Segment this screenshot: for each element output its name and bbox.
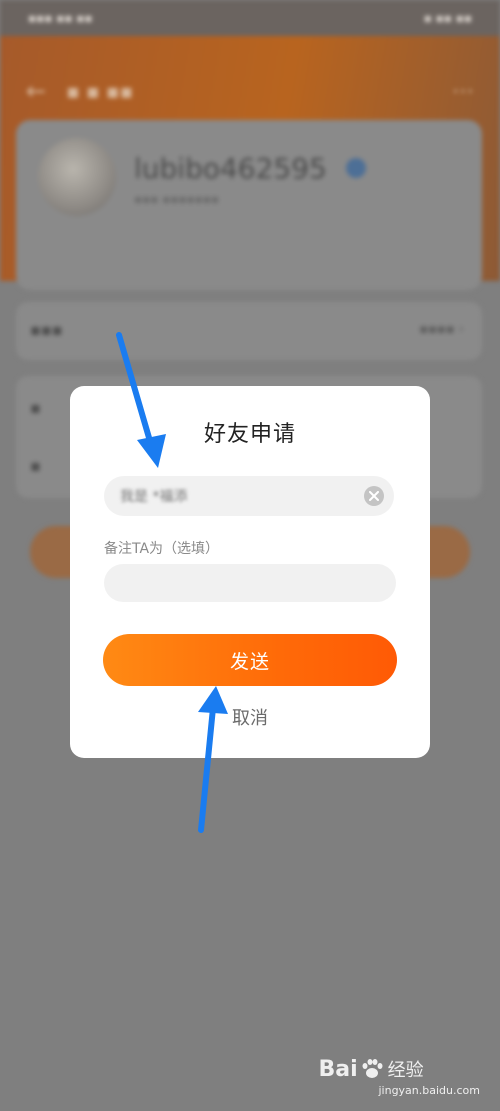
- watermark-url: jingyan.baidu.com: [378, 1084, 480, 1097]
- arrow-to-send-button: [198, 686, 228, 833]
- baidu-jingyan-watermark: Bai 经验 jingyan.baidu.com: [318, 1056, 480, 1098]
- annotation-arrows: [116, 332, 228, 833]
- arrow-to-message-input: [116, 332, 166, 468]
- watermark-brand-right: 经验: [387, 1060, 424, 1081]
- paw-logo-icon: [362, 1059, 383, 1078]
- watermark-brand-left: Bai: [318, 1056, 358, 1082]
